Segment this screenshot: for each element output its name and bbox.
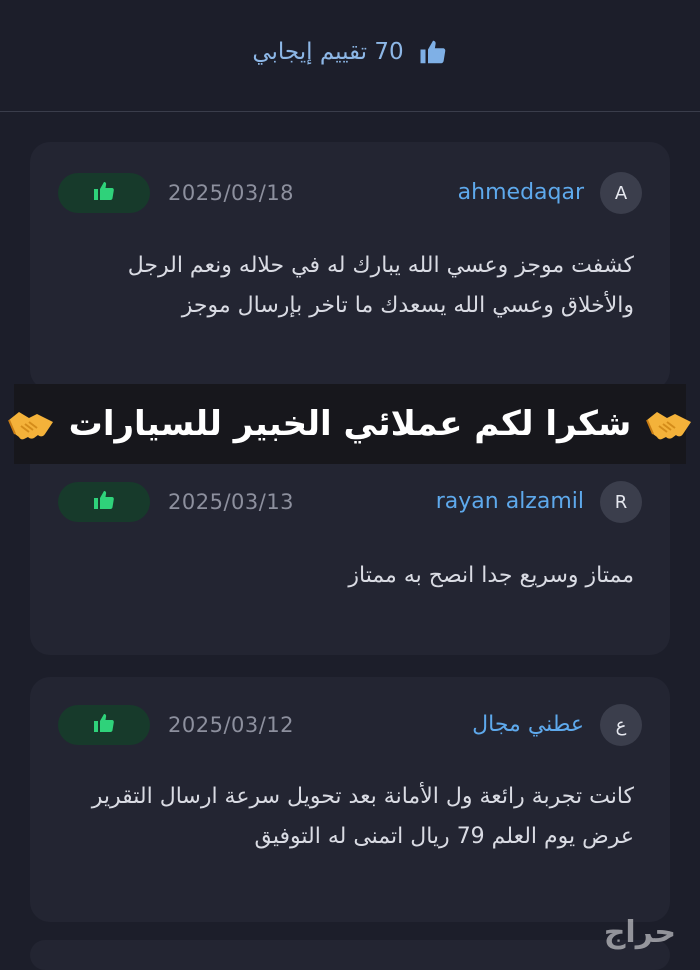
avatar[interactable]: ع (600, 704, 642, 746)
review-text: كانت تجربة رائعة ول الأمانة بعد تحويل سر… (64, 777, 634, 857)
review-card-partial (30, 940, 670, 970)
thumbs-up-icon (92, 488, 116, 516)
positive-badge (58, 173, 150, 213)
review-text: كشفت موجز وعسي الله يبارك له في حلاله ون… (64, 246, 634, 326)
review-header: ع عطني مجال 2025/03/12 (30, 704, 670, 748)
review-card: R rayan alzamil 2025/03/13 ممتاز وسريع ج… (30, 450, 670, 655)
positive-badge (58, 705, 150, 745)
reviewer-username[interactable]: عطني مجال (472, 712, 584, 737)
rating-header: 70 تقييم إيجابي (0, 0, 700, 112)
review-date: 2025/03/13 (168, 490, 294, 514)
handshake-icon (7, 406, 55, 442)
thumbs-up-icon (92, 179, 116, 207)
review-header: R rayan alzamil 2025/03/13 (30, 481, 670, 525)
review-date: 2025/03/12 (168, 713, 294, 737)
thumbs-up-icon (418, 37, 448, 67)
review-card: ع عطني مجال 2025/03/12 كانت تجربة رائعة … (30, 677, 670, 922)
review-date: 2025/03/18 (168, 181, 294, 205)
reviewer-username[interactable]: rayan alzamil (436, 489, 584, 514)
haraj-watermark: حراج (604, 915, 676, 950)
review-text: ممتاز وسريع جدا انصح به ممتاز (64, 556, 634, 596)
rating-summary: 70 تقييم إيجابي (252, 37, 447, 67)
avatar[interactable]: A (600, 172, 642, 214)
avatar[interactable]: R (600, 481, 642, 523)
positive-rating-count: 70 تقييم إيجابي (252, 39, 403, 65)
thanks-banner: شكرا لكم عملائي الخبير للسيارات (14, 384, 686, 464)
review-card: A ahmedaqar 2025/03/18 كشفت موجز وعسي ال… (30, 142, 670, 390)
review-header: A ahmedaqar 2025/03/18 (30, 172, 670, 216)
thanks-message: شكرا لكم عملائي الخبير للسيارات (69, 404, 632, 444)
thumbs-up-icon (92, 711, 116, 739)
reviewer-username[interactable]: ahmedaqar (458, 180, 584, 205)
handshake-icon (645, 406, 693, 442)
positive-badge (58, 482, 150, 522)
